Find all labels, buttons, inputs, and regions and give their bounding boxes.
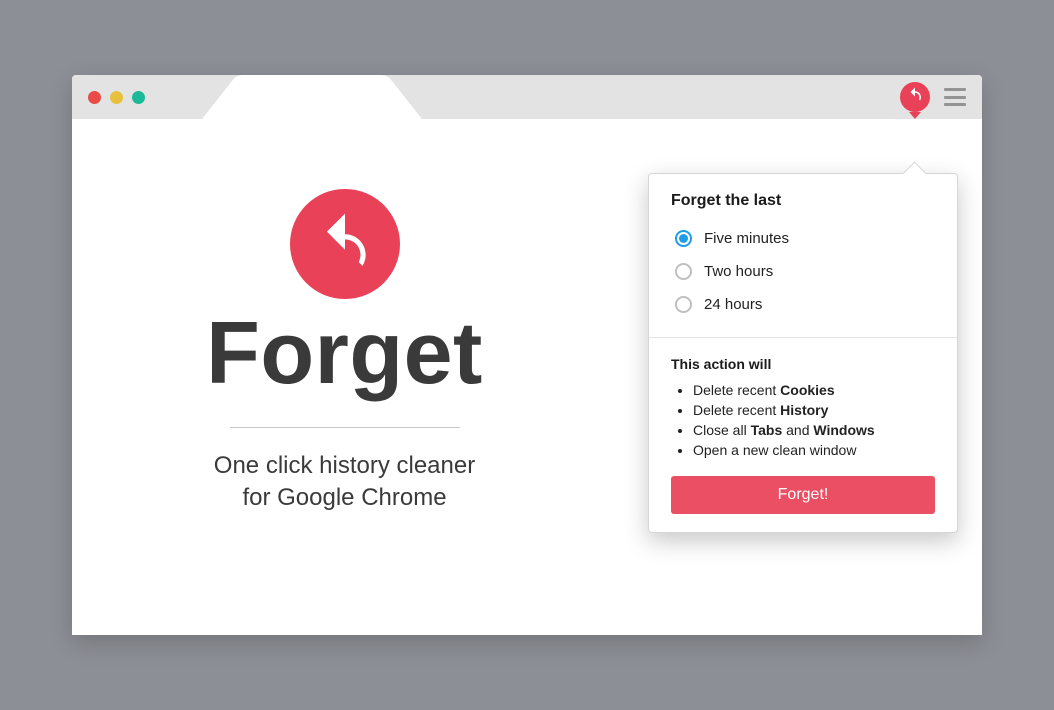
- radio-option-five-minutes[interactable]: Five minutes: [671, 224, 935, 253]
- radio-option-24-hours[interactable]: 24 hours: [671, 290, 935, 319]
- minimize-window-button[interactable]: [110, 91, 123, 104]
- action-list: Delete recent Cookies Delete recent Hist…: [671, 380, 935, 460]
- list-item: Close all Tabs and Windows: [693, 420, 935, 440]
- popup-heading: Forget the last: [671, 192, 935, 210]
- time-range-section: Forget the last Five minutes Two hours 2…: [649, 174, 957, 337]
- radio-option-two-hours[interactable]: Two hours: [671, 257, 935, 286]
- extension-popup: Forget the last Five minutes Two hours 2…: [648, 173, 958, 533]
- page-content: Forget One click history cleaner for Goo…: [72, 119, 982, 635]
- maximize-window-button[interactable]: [132, 91, 145, 104]
- radio-label: 24 hours: [704, 296, 762, 313]
- close-window-button[interactable]: [88, 91, 101, 104]
- list-item: Open a new clean window: [693, 440, 935, 460]
- list-item: Delete recent History: [693, 400, 935, 420]
- hamburger-menu-icon[interactable]: [944, 88, 966, 106]
- list-item: Delete recent Cookies: [693, 380, 935, 400]
- forget-button[interactable]: Forget!: [671, 476, 935, 514]
- time-range-radio-group: Five minutes Two hours 24 hours: [671, 224, 935, 319]
- undo-arrow-icon: [906, 86, 924, 109]
- browser-topbar: [72, 75, 982, 119]
- app-title: Forget: [72, 309, 617, 397]
- action-heading: This action will: [671, 356, 935, 372]
- forget-extension-button[interactable]: [900, 82, 930, 112]
- hero: Forget One click history cleaner for Goo…: [72, 189, 617, 515]
- app-logo: [290, 189, 400, 299]
- action-summary-section: This action will Delete recent Cookies D…: [649, 337, 957, 532]
- browser-window: Forget One click history cleaner for Goo…: [72, 75, 982, 635]
- window-controls: [88, 91, 145, 104]
- radio-label: Two hours: [704, 263, 773, 280]
- browser-tab[interactable]: [202, 75, 422, 119]
- radio-label: Five minutes: [704, 230, 789, 247]
- undo-arrow-icon: [314, 211, 376, 278]
- radio-icon: [675, 230, 692, 247]
- divider: [230, 427, 460, 428]
- app-subtitle: One click history cleaner for Google Chr…: [72, 450, 617, 515]
- radio-icon: [675, 296, 692, 313]
- radio-icon: [675, 263, 692, 280]
